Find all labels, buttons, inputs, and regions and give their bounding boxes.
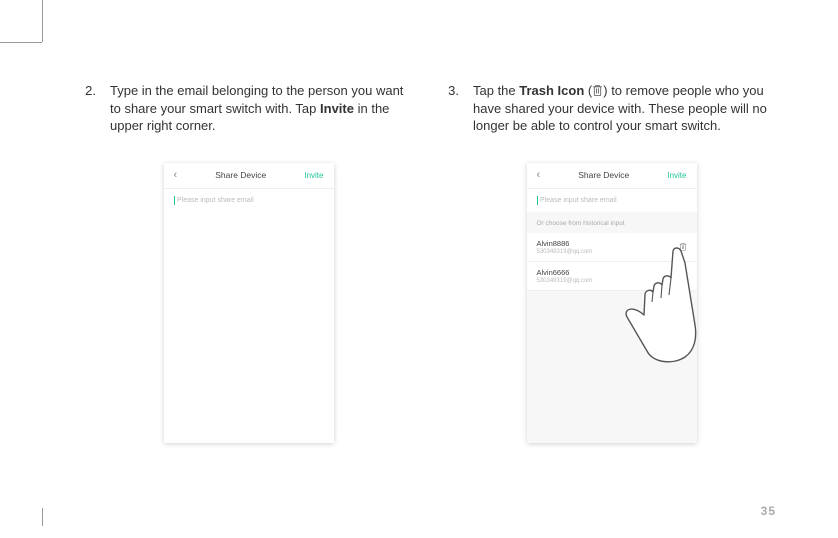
cursor-icon <box>537 196 539 205</box>
page-number: 35 <box>761 504 776 518</box>
step-2: 2. Type in the email belonging to the pe… <box>82 82 415 135</box>
cursor-icon <box>174 196 176 205</box>
phone2-header: ‹ Share Device Invite <box>527 163 697 189</box>
step-number: 3. <box>445 82 459 135</box>
choose-historical-label: Or choose from historical input <box>527 212 697 233</box>
email-input-row[interactable]: Please input share email <box>164 189 334 212</box>
contact-row: Alvin6666 530349319@qq.com <box>527 262 697 291</box>
phone2-title: Share Device <box>578 170 629 180</box>
step-3: 3. Tap the Trash Icon () to remove peopl… <box>445 82 778 135</box>
step2-bold: Invite <box>320 101 354 116</box>
trash-icon <box>592 84 603 96</box>
step3-text-mid: ( <box>584 83 592 98</box>
step-text: Tap the Trash Icon () to remove people w… <box>473 82 778 135</box>
invite-button[interactable]: Invite <box>667 171 686 180</box>
phone-screenshot-2: ‹ Share Device Invite Please input share… <box>527 163 697 443</box>
contact-name: Alvin6666 <box>537 268 593 277</box>
step3-text-before: Tap the <box>473 83 519 98</box>
phone1-header: ‹ Share Device Invite <box>164 163 334 189</box>
invite-button[interactable]: Invite <box>304 171 323 180</box>
trash-icon[interactable] <box>679 242 687 251</box>
trash-icon[interactable] <box>679 271 687 280</box>
contact-email: 530349319@qq.com <box>537 278 593 284</box>
column-right: 3. Tap the Trash Icon () to remove peopl… <box>445 82 778 443</box>
back-icon[interactable]: ‹ <box>537 169 541 181</box>
email-input-row[interactable]: Please input share email <box>527 189 697 212</box>
email-placeholder: Please input share email <box>540 197 617 204</box>
step-text: Type in the email belonging to the perso… <box>110 82 415 135</box>
phone-screenshot-1: ‹ Share Device Invite Please input share… <box>164 163 334 443</box>
step-number: 2. <box>82 82 96 135</box>
contact-row: Alvin8886 530349319@qq.com <box>527 233 697 262</box>
page-content: 2. Type in the email belonging to the pe… <box>0 0 838 483</box>
phone1-title: Share Device <box>215 170 266 180</box>
contact-email: 530349319@qq.com <box>537 249 593 255</box>
back-icon[interactable]: ‹ <box>174 169 178 181</box>
column-left: 2. Type in the email belonging to the pe… <box>82 82 415 443</box>
contact-name: Alvin8886 <box>537 239 593 248</box>
email-placeholder: Please input share email <box>177 197 254 204</box>
step3-bold: Trash Icon <box>519 83 584 98</box>
